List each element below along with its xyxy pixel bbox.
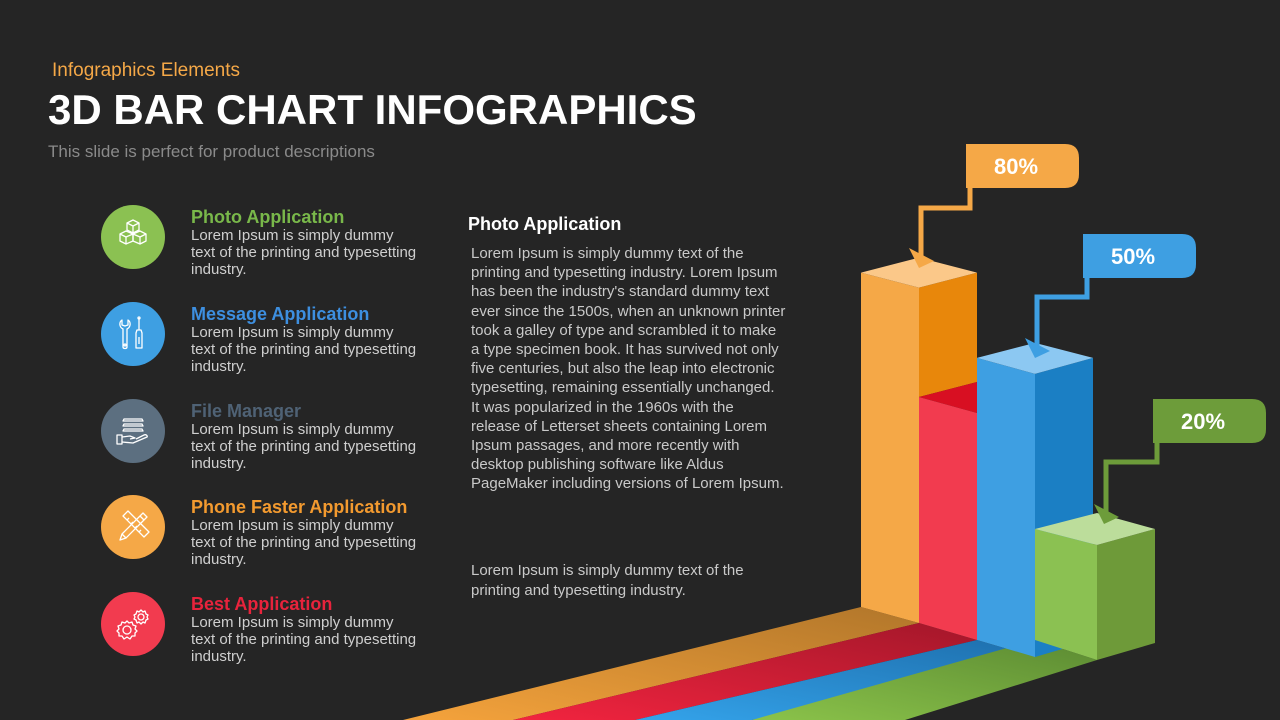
value-label: 50% [1111, 244, 1155, 269]
callout-orange: 80% [909, 144, 1079, 268]
callout-connector [918, 187, 973, 258]
callout-green: 20% [1094, 399, 1266, 524]
callout-connector [1034, 278, 1090, 348]
bar-orange-side [919, 272, 977, 397]
value-label: 80% [994, 154, 1038, 179]
bar-chart-3d: 80% 50% 20% [403, 144, 1266, 720]
callout-blue: 50% [1025, 234, 1196, 358]
bar-blue-front [977, 357, 1035, 657]
bar-green-side [1097, 529, 1155, 660]
value-label: 20% [1181, 409, 1225, 434]
callout-connector [1103, 443, 1160, 514]
bar-red-front [919, 397, 977, 640]
bar-green-front [1035, 529, 1097, 660]
bar-orange-front [861, 272, 919, 623]
